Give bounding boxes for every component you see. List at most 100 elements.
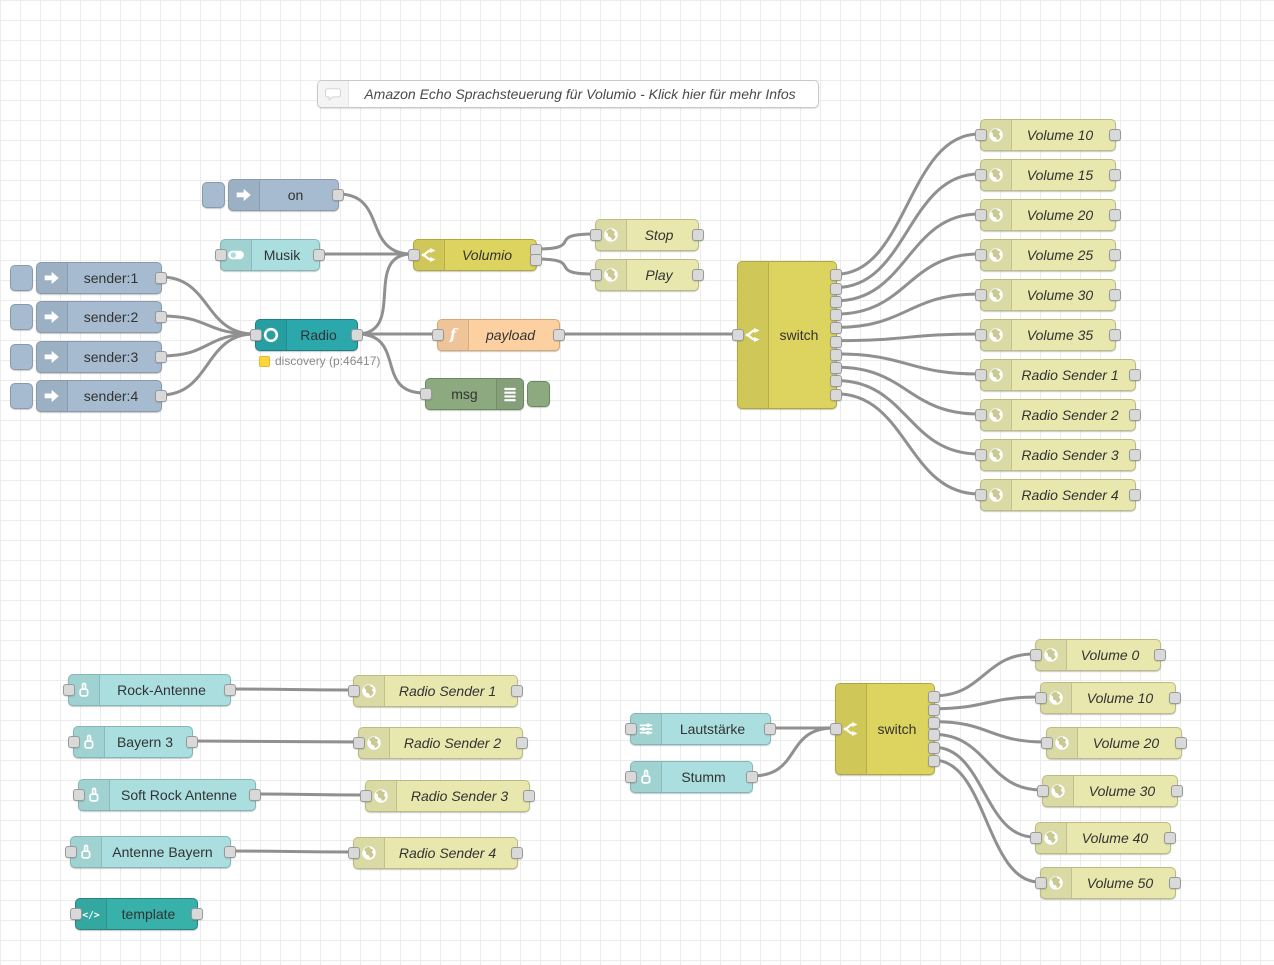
output-port[interactable] [830, 309, 842, 321]
output-port[interactable] [830, 389, 842, 401]
node-in-stumm[interactable]: Stumm [630, 761, 753, 793]
input-port[interactable] [215, 249, 227, 261]
output-port[interactable] [523, 790, 535, 802]
output-port[interactable] [224, 846, 236, 858]
node-in-antenne-bayern[interactable]: Antenne Bayern [70, 836, 231, 868]
output-port[interactable] [351, 329, 363, 341]
wire-switch-volume-to-volumio-volume-50-b[interactable] [934, 760, 1039, 882]
input-port[interactable] [975, 329, 987, 341]
input-port[interactable] [732, 329, 744, 341]
node-volumio-volume-25[interactable]: Volume 25 [980, 239, 1116, 271]
input-port[interactable] [408, 249, 420, 261]
wire-switch-main-to-volumio-radio-sender-4[interactable] [836, 394, 979, 494]
output-port[interactable] [1154, 649, 1166, 661]
output-port[interactable] [1109, 169, 1121, 181]
node-function-payload[interactable]: fpayload [437, 319, 560, 351]
wire-in-antenne-bayern-to-set-radio-sender-4[interactable] [230, 851, 352, 852]
input-port[interactable] [1035, 692, 1047, 704]
wire-inject-on-to-switch-volumio[interactable] [338, 194, 412, 254]
wire-switch-volumio-to-volumio-play[interactable] [536, 259, 594, 274]
node-inject-sender-2[interactable]: sender:2 [36, 301, 162, 333]
node-volumio-volume-20-b[interactable]: Volume 20 [1046, 727, 1182, 759]
input-port[interactable] [348, 847, 360, 859]
input-port[interactable] [1035, 877, 1047, 889]
node-in-bayern-3[interactable]: Bayern 3 [73, 726, 193, 758]
node-volumio-volume-20[interactable]: Volume 20 [980, 199, 1116, 231]
output-port[interactable] [1169, 877, 1181, 889]
input-port[interactable] [1030, 832, 1042, 844]
wire-echo-radio-to-switch-volumio[interactable] [357, 254, 412, 334]
inject-button[interactable] [10, 304, 33, 330]
output-port[interactable] [1109, 209, 1121, 221]
output-port[interactable] [1129, 449, 1141, 461]
node-volumio-radio-sender-3[interactable]: Radio Sender 3 [980, 439, 1136, 471]
node-volumio-volume-30[interactable]: Volume 30 [980, 279, 1116, 311]
node-debug-msg[interactable]: msg [425, 378, 524, 410]
node-switch-volumio[interactable]: Volumio [413, 239, 537, 271]
input-port[interactable] [830, 723, 842, 735]
inject-button[interactable] [10, 265, 33, 291]
node-volumio-volume-40-b[interactable]: Volume 40 [1035, 822, 1171, 854]
input-port[interactable] [65, 846, 77, 858]
output-port[interactable] [830, 362, 842, 374]
output-port[interactable] [1109, 249, 1121, 261]
node-volumio-stop[interactable]: Stop [595, 219, 699, 251]
input-port[interactable] [420, 388, 432, 400]
output-port[interactable] [746, 771, 758, 783]
input-port[interactable] [975, 249, 987, 261]
node-volumio-radio-sender-4[interactable]: Radio Sender 4 [980, 479, 1136, 511]
node-in-rock-antenne[interactable]: Rock-Antenne [68, 674, 231, 706]
node-toggle-musik[interactable]: Musik [220, 239, 320, 271]
output-port[interactable] [1164, 832, 1176, 844]
node-volumio-volume-50-b[interactable]: Volume 50 [1040, 867, 1176, 899]
wire-in-bayern-3-to-set-radio-sender-2[interactable] [192, 741, 357, 742]
input-port[interactable] [975, 409, 987, 421]
output-port[interactable] [155, 351, 167, 363]
output-port[interactable] [928, 717, 940, 729]
output-port[interactable] [1109, 329, 1121, 341]
node-volumio-play[interactable]: Play [595, 259, 699, 291]
inject-button[interactable] [10, 344, 33, 370]
output-port[interactable] [1129, 369, 1141, 381]
output-port[interactable] [830, 375, 842, 387]
output-port[interactable] [155, 390, 167, 402]
output-port[interactable] [830, 336, 842, 348]
inject-button[interactable] [10, 383, 33, 409]
input-port[interactable] [975, 129, 987, 141]
output-port[interactable] [191, 908, 203, 920]
node-template[interactable]: </>template [75, 898, 198, 930]
output-port[interactable] [249, 789, 261, 801]
node-set-radio-sender-4[interactable]: Radio Sender 4 [353, 837, 518, 869]
output-port[interactable] [155, 272, 167, 284]
input-port[interactable] [250, 329, 262, 341]
input-port[interactable] [590, 229, 602, 241]
output-port[interactable] [186, 736, 198, 748]
output-port[interactable] [928, 742, 940, 754]
node-volumio-radio-sender-1[interactable]: Radio Sender 1 [980, 359, 1136, 391]
output-port[interactable] [830, 269, 842, 281]
output-port[interactable] [332, 189, 344, 201]
output-port[interactable] [224, 684, 236, 696]
input-port[interactable] [68, 736, 80, 748]
input-port[interactable] [975, 289, 987, 301]
input-port[interactable] [1030, 649, 1042, 661]
input-port[interactable] [625, 723, 637, 735]
node-inject-sender-4[interactable]: sender:4 [36, 380, 162, 412]
node-inject-sender-1[interactable]: sender:1 [36, 262, 162, 294]
node-volumio-volume-10[interactable]: Volume 10 [980, 119, 1116, 151]
wire-inject-sender-4-to-echo-radio[interactable] [161, 334, 254, 395]
wire-switch-volumio-to-volumio-stop[interactable] [536, 234, 594, 249]
node-set-radio-sender-2[interactable]: Radio Sender 2 [358, 727, 523, 759]
wire-switch-volume-to-volumio-volume-30-b[interactable] [934, 734, 1041, 790]
wire-switch-main-to-volumio-volume-10[interactable] [836, 134, 979, 274]
output-port[interactable] [928, 729, 940, 741]
node-set-radio-sender-1[interactable]: Radio Sender 1 [353, 675, 518, 707]
wire-in-soft-rock-antenne-to-set-radio-sender-3[interactable] [255, 794, 364, 795]
input-port[interactable] [360, 790, 372, 802]
output-port[interactable] [830, 296, 842, 308]
input-port[interactable] [63, 684, 75, 696]
output-port[interactable] [1175, 737, 1187, 749]
input-port[interactable] [975, 369, 987, 381]
wire-switch-volume-to-volumio-volume-10-b[interactable] [934, 697, 1039, 709]
output-port[interactable] [692, 229, 704, 241]
